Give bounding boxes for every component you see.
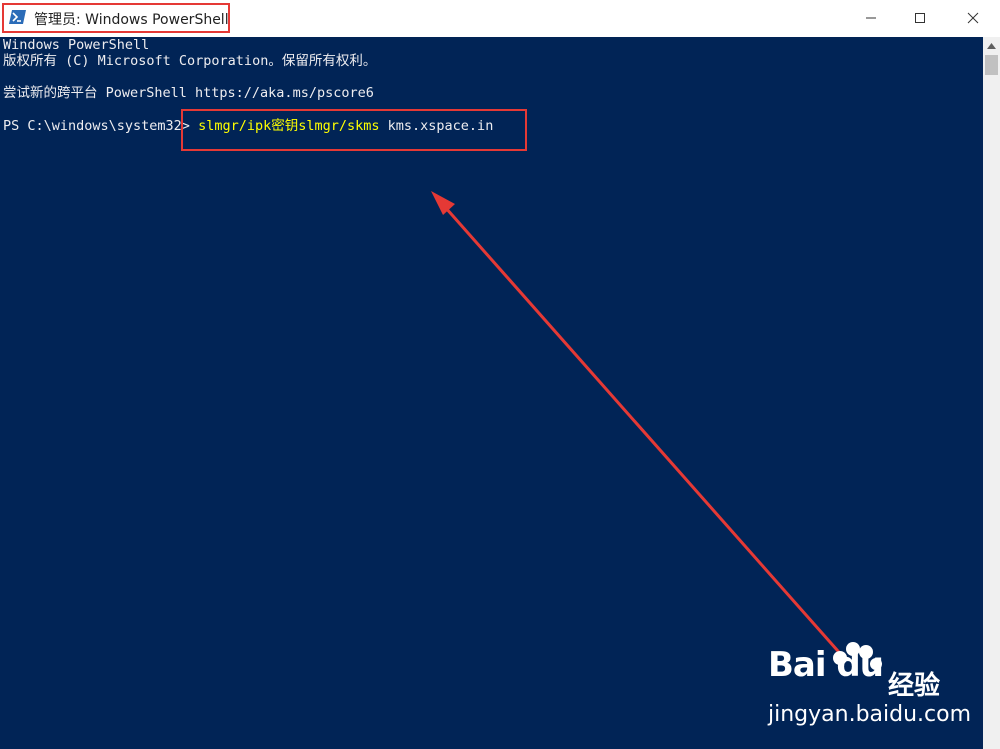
title-bar[interactable]: 管理员: Windows PowerShell <box>0 0 1000 38</box>
vertical-scrollbar[interactable] <box>983 37 1000 749</box>
chevron-up-icon <box>987 42 996 49</box>
scroll-up-button[interactable] <box>983 37 1000 54</box>
maximize-icon <box>915 13 925 23</box>
powershell-icon <box>9 10 26 24</box>
console-area[interactable]: Windows PowerShell 版权所有 (C) Microsoft Co… <box>0 37 983 749</box>
minimize-button[interactable] <box>848 0 894 36</box>
baidu-logo: Bai du <box>768 645 884 685</box>
scroll-thumb[interactable] <box>985 55 998 75</box>
window-title: 管理员: Windows PowerShell <box>34 12 229 28</box>
powershell-window: 管理员: Windows PowerShell Windows PowerShe… <box>0 0 1000 749</box>
close-button[interactable] <box>950 0 996 36</box>
baidu-jingyan-text: 经验 <box>888 671 941 701</box>
close-icon <box>967 12 979 24</box>
minimize-icon <box>866 17 876 19</box>
watermark-url: jingyan.baidu.com <box>768 702 972 727</box>
maximize-button[interactable] <box>897 0 943 36</box>
